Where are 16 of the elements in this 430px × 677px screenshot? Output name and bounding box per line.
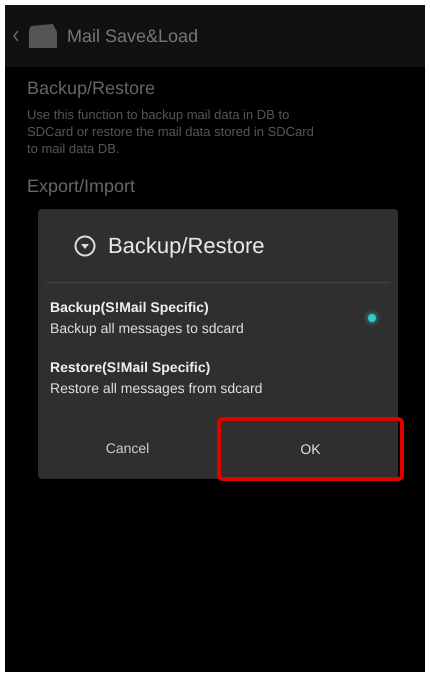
dialog-title: Backup/Restore <box>108 232 265 260</box>
back-icon[interactable] <box>13 30 19 42</box>
dialog-option[interactable]: Backup(S!Mail Specific) Backup all messages to sdcard <box>38 283 398 343</box>
app-icon <box>27 22 59 50</box>
app-title: Mail Save&Load <box>67 24 198 48</box>
section-description: Use this function to backup mail data in DB to SDCard or restore the mail data stored in SDCard to mail data DB. <box>27 106 315 157</box>
section-title: Export/Import <box>27 175 136 198</box>
option-title: Backup(S!Mail Specific) <box>50 298 210 317</box>
section-title: Backup/Restore <box>27 77 156 100</box>
dialog-option[interactable]: Restore(S!Mail Specific) Restore all messages from sdcard <box>38 343 398 403</box>
dialog-button[interactable]: Cancel <box>38 417 217 479</box>
dropdown-circle-icon <box>74 234 96 256</box>
dialog-button[interactable]: OK <box>217 417 404 481</box>
option-title: Restore(S!Mail Specific) <box>50 358 212 377</box>
option-subtitle: Restore all messages from sdcard <box>50 379 264 398</box>
option-subtitle: Backup all messages to sdcard <box>50 319 245 338</box>
